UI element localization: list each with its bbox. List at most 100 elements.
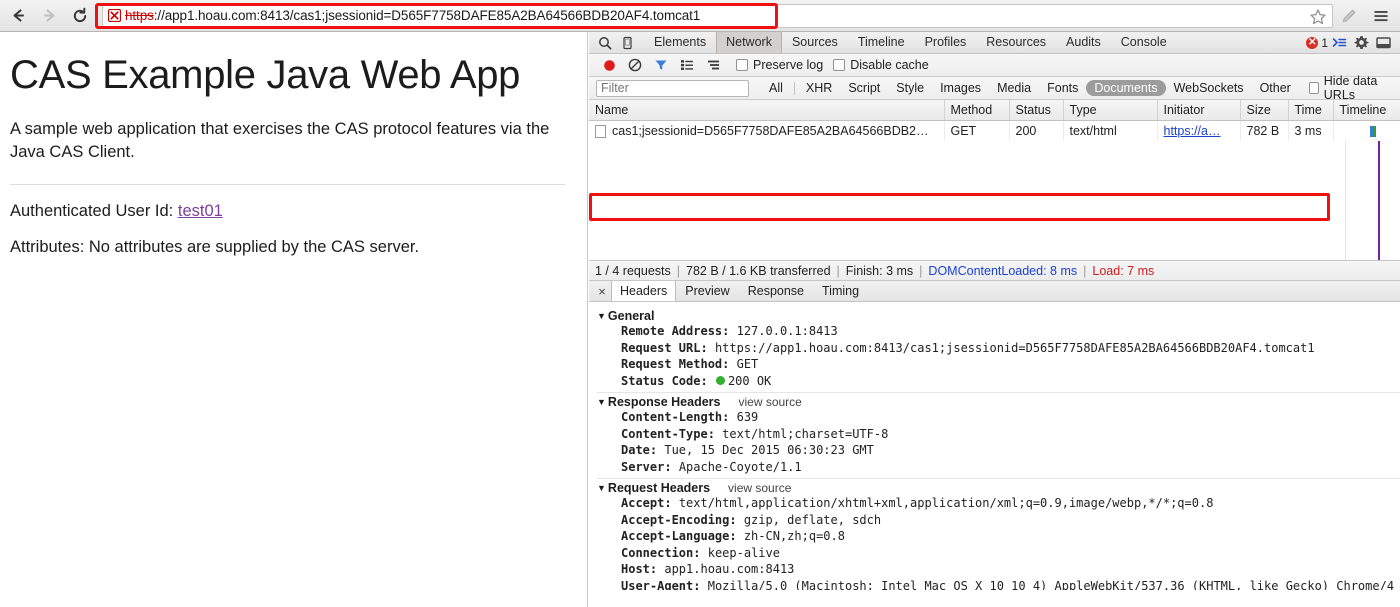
network-filter-bar: All XHR Script Style Images Media Fonts … — [589, 74, 1400, 102]
status-ok-icon — [715, 375, 725, 385]
tab-resources[interactable]: Resources — [976, 32, 1056, 53]
disable-cache-checkbox[interactable]: Disable cache — [833, 58, 929, 72]
column-status[interactable]: Status — [1009, 100, 1064, 121]
hide-data-urls-checkbox[interactable]: Hide data URLs — [1308, 74, 1394, 102]
summary-finish: Finish: 3 ms — [845, 263, 914, 278]
tab-timeline[interactable]: Timeline — [848, 32, 915, 53]
authenticated-user-row: Authenticated User Id: test01 — [10, 202, 565, 221]
response-view-source-link[interactable]: view source — [738, 395, 801, 409]
star-icon[interactable] — [1309, 8, 1327, 26]
filter-style[interactable]: Style — [888, 80, 932, 96]
page-title: CAS Example Java Web App — [10, 53, 521, 97]
error-icon: ✕ — [1306, 36, 1319, 49]
console-drawer-icon[interactable] — [1328, 34, 1350, 52]
req-key-2: Accept-Language: — [621, 529, 737, 543]
gear-icon[interactable] — [1350, 34, 1372, 52]
timeline-column — [1345, 141, 1400, 260]
device-toggle-icon[interactable] — [616, 34, 638, 52]
filter-all[interactable]: All — [761, 80, 791, 96]
summary-transferred: 782 B / 1.6 KB transferred — [686, 263, 831, 278]
domcontentloaded-marker — [1378, 141, 1380, 260]
request-header-item: Accept-Encoding: gzip, deflate, sdch — [597, 512, 1400, 529]
page-description: A sample web application that exercises … — [10, 120, 550, 161]
summary-sep-1: | — [676, 263, 680, 278]
error-count-badge[interactable]: ✕ 1 — [1306, 36, 1328, 50]
record-circle-icon[interactable] — [596, 56, 622, 74]
resp-key-3: Server: — [621, 459, 672, 474]
request-header-item: Host: app1.hoau.com:8413 — [597, 561, 1400, 578]
preserve-log-checkbox[interactable]: Preserve log — [736, 58, 823, 72]
authenticated-user-link[interactable]: test01 — [178, 202, 223, 220]
address-bar[interactable]: https://app1.hoau.com:8413/cas1;jsession… — [102, 3, 1333, 28]
tab-timing[interactable]: Timing — [813, 281, 868, 301]
section-response-headers-header[interactable]: ▼ Response Headers view source — [597, 395, 1400, 409]
tab-audits[interactable]: Audits — [1056, 32, 1111, 53]
funnel-icon[interactable] — [648, 56, 674, 74]
summary-load-value: 7 ms — [1127, 263, 1155, 278]
disable-cache-box — [833, 59, 846, 71]
cert-error-x-icon[interactable] — [107, 9, 121, 23]
request-view-source-link[interactable]: view source — [728, 481, 791, 495]
column-time[interactable]: Time — [1288, 100, 1334, 121]
filter-xhr[interactable]: XHR — [798, 80, 840, 96]
tab-network[interactable]: Network — [716, 32, 782, 53]
general-item: Request URL: https://app1.hoau.com:8413/… — [597, 340, 1400, 357]
column-type[interactable]: Type — [1063, 100, 1158, 121]
summary-dcl-value: 8 ms — [1050, 263, 1078, 278]
filter-images[interactable]: Images — [932, 80, 989, 96]
view-waterfall-icon[interactable] — [700, 56, 726, 74]
view-list-icon[interactable] — [674, 56, 700, 74]
column-initiator[interactable]: Initiator — [1157, 100, 1241, 121]
tab-sources[interactable]: Sources — [782, 32, 848, 53]
column-timeline[interactable]: Timeline — [1333, 100, 1400, 121]
authenticated-user-label: Authenticated User Id: — [10, 202, 174, 220]
filter-documents[interactable]: Documents — [1086, 80, 1166, 96]
column-size[interactable]: Size — [1240, 100, 1289, 121]
chrome-right-buttons — [1339, 6, 1400, 26]
filter-input[interactable] — [596, 79, 749, 97]
reload-icon[interactable] — [70, 6, 90, 26]
response-header-item: Content-Length: 639 — [597, 409, 1400, 426]
tab-profiles[interactable]: Profiles — [915, 32, 977, 53]
req-val-3: keep-alive — [707, 545, 780, 560]
section-response-headers-title: Response Headers — [607, 395, 721, 409]
initiator-link[interactable]: https://a… — [1164, 124, 1221, 138]
section-general-header[interactable]: ▼ General — [597, 309, 1400, 323]
resource-type-filters: All XHR Script Style Images Media Fonts … — [761, 80, 1299, 96]
chevron-down-icon: ▼ — [597, 483, 606, 493]
search-icon[interactable] — [594, 34, 616, 52]
request-header-item: Accept-Language: zh-CN,zh;q=0.8 — [597, 528, 1400, 545]
tab-headers[interactable]: Headers — [611, 281, 677, 301]
pencil-icon[interactable] — [1339, 6, 1359, 26]
dock-position-icon[interactable] — [1372, 34, 1394, 52]
general-val-2: GET — [736, 357, 759, 371]
filter-websockets[interactable]: WebSockets — [1166, 80, 1252, 96]
url-scheme: https — [125, 8, 154, 23]
requests-table: Name Method Status Type Initiator Size T… — [589, 100, 1400, 141]
clear-icon[interactable] — [622, 56, 648, 74]
close-icon[interactable]: × — [593, 284, 611, 299]
resp-val-1: text/html;charset=UTF-8 — [722, 426, 889, 441]
tab-preview[interactable]: Preview — [676, 281, 738, 301]
filter-media[interactable]: Media — [989, 80, 1039, 96]
general-val-3: 200 OK — [727, 373, 772, 388]
request-header-item: Connection: keep-alive — [597, 545, 1400, 562]
resp-val-3: Apache-Coyote/1.1 — [678, 459, 802, 474]
hamburger-menu-icon[interactable] — [1371, 6, 1391, 26]
tab-console[interactable]: Console — [1111, 32, 1177, 53]
filter-other[interactable]: Other — [1252, 80, 1299, 96]
column-method[interactable]: Method — [944, 100, 1010, 121]
tab-response[interactable]: Response — [739, 281, 813, 301]
cell-initiator: https://a… — [1157, 120, 1241, 141]
table-row[interactable]: cas1;jsessionid=D565F7758DAFE85A2BA64566… — [589, 120, 1400, 141]
column-name[interactable]: Name — [589, 100, 945, 121]
address-bar-text: https://app1.hoau.com:8413/cas1;jsession… — [125, 8, 700, 23]
section-request-headers-header[interactable]: ▼ Request Headers view source — [597, 481, 1400, 495]
back-icon[interactable] — [8, 6, 28, 26]
req-key-4: Host: — [621, 562, 658, 576]
document-icon — [595, 124, 606, 138]
requests-empty-area — [589, 141, 1400, 261]
filter-fonts[interactable]: Fonts — [1039, 80, 1086, 96]
filter-script[interactable]: Script — [840, 80, 888, 96]
tab-elements[interactable]: Elements — [644, 32, 716, 53]
